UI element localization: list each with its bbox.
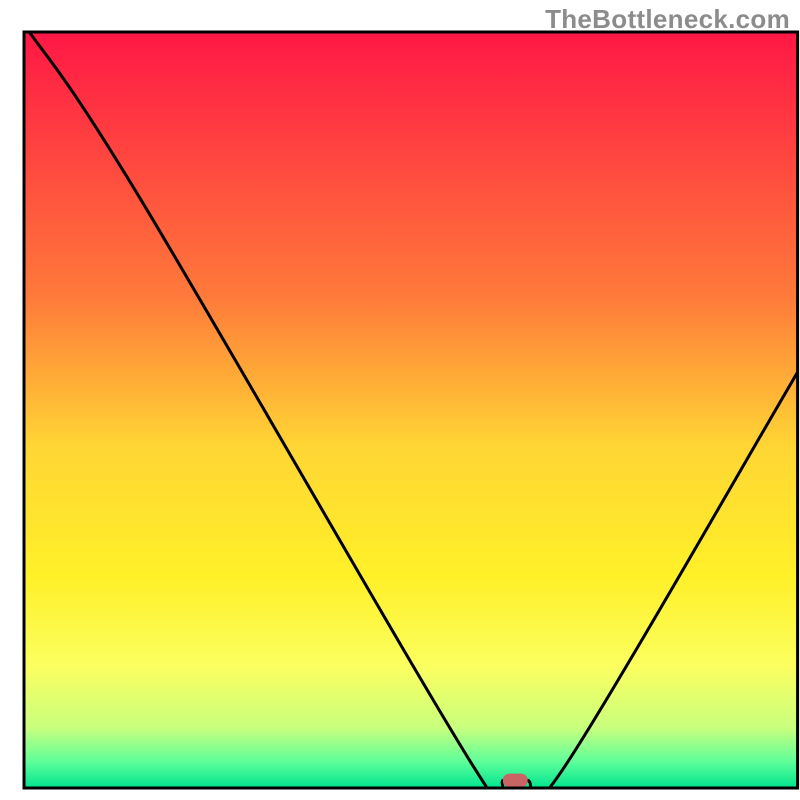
watermark-text: TheBottleneck.com xyxy=(545,4,790,35)
bottleneck-chart xyxy=(0,0,800,800)
selected-point-marker xyxy=(503,774,528,788)
chart-background xyxy=(24,32,798,788)
chart-container: TheBottleneck.com xyxy=(0,0,800,800)
